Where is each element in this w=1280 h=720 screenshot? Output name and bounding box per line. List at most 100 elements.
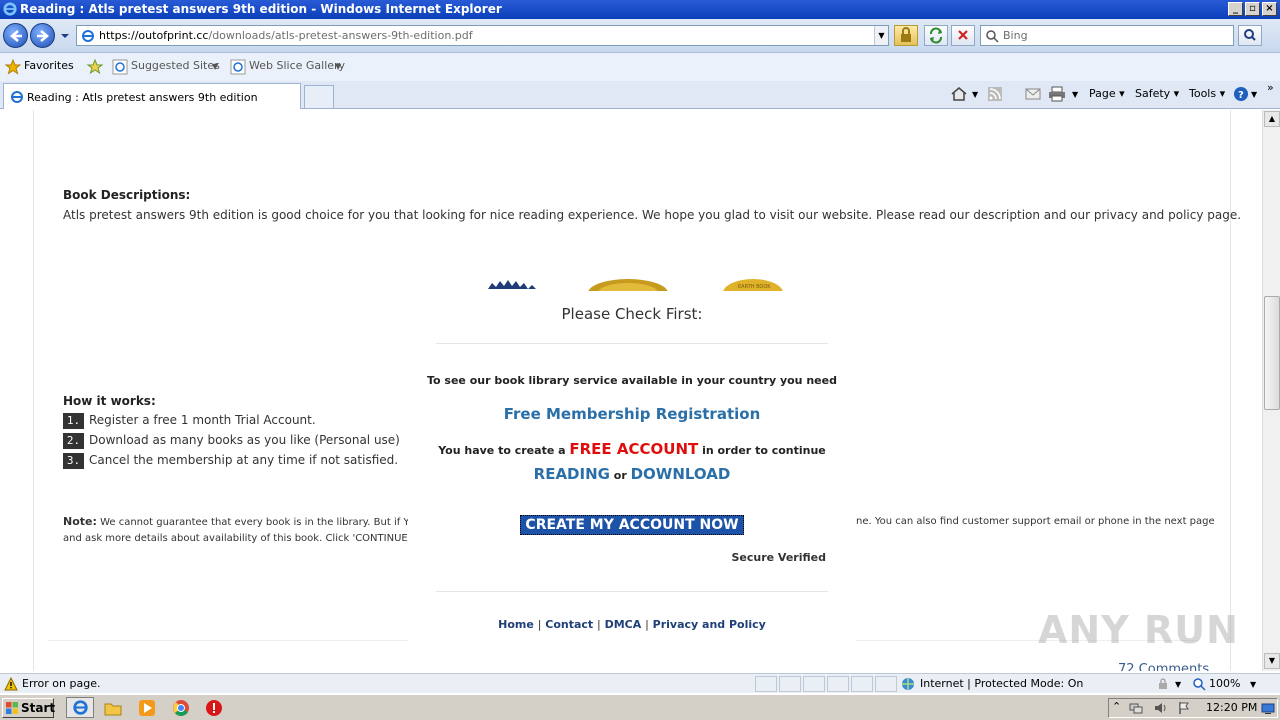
suggested-sites-icon	[112, 59, 128, 75]
stop-button[interactable]	[951, 25, 975, 46]
step-text: Download as many books as you like (Pers…	[89, 433, 400, 447]
warning-icon[interactable]	[4, 677, 18, 691]
volume-icon[interactable]	[1153, 701, 1167, 715]
address-input[interactable]: https://outofprint.cc/downloads/atls-pre…	[76, 25, 889, 46]
show-desktop-icon[interactable]	[1261, 701, 1275, 715]
status-cell	[827, 676, 849, 692]
zone-dropdown-icon[interactable]: ▼	[1175, 680, 1181, 689]
maximize-button[interactable]: ▫	[1245, 2, 1260, 16]
status-message[interactable]: Error on page.	[22, 677, 100, 690]
print-icon[interactable]	[1048, 86, 1066, 102]
link-separator: |	[537, 618, 542, 631]
media-player-icon[interactable]	[138, 699, 156, 717]
recent-pages-dropdown-icon[interactable]	[61, 32, 69, 40]
add-to-favorites-bar-icon[interactable]	[86, 58, 104, 76]
page-menu[interactable]: Page ▾	[1089, 87, 1125, 100]
forward-button[interactable]	[30, 23, 55, 48]
action-center-flag-icon[interactable]	[1177, 701, 1191, 715]
privacy-policy-link[interactable]: Privacy and Policy	[653, 618, 766, 631]
step-number: 1.	[63, 413, 84, 429]
chrome-icon[interactable]	[172, 699, 190, 717]
search-button[interactable]	[1238, 25, 1262, 46]
zoom-icon[interactable]	[1192, 677, 1206, 691]
note-text-1: We cannot guarantee that every book is i…	[96, 517, 421, 528]
dmca-link[interactable]: DMCA	[605, 618, 642, 631]
contact-link[interactable]: Contact	[545, 618, 593, 631]
anyrun-watermark: ANY RUN	[1038, 608, 1239, 652]
step-text: Register a free 1 month Trial Account.	[89, 413, 316, 427]
print-dropdown-icon[interactable]: ▼	[1072, 90, 1078, 99]
security-zone[interactable]: Internet | Protected Mode: On	[920, 677, 1083, 690]
create-account-button[interactable]: CREATE MY ACCOUNT NOW	[520, 515, 744, 535]
scroll-up-icon[interactable]: ▲	[1264, 111, 1280, 127]
suggested-sites-link[interactable]: Suggested Sites	[131, 59, 220, 72]
start-button[interactable]: Start	[2, 698, 56, 718]
comments-link[interactable]: 72 Comments	[1118, 662, 1209, 671]
scroll-thumb[interactable]	[1264, 296, 1280, 410]
home-dropdown-icon[interactable]: ▼	[972, 90, 978, 99]
clock[interactable]: 12:20 PM	[1206, 701, 1257, 714]
tools-menu[interactable]: Tools ▾	[1189, 87, 1225, 100]
ie-taskbar-icon	[73, 700, 88, 715]
footer-links: Home | Contact | DMCA | Privacy and Poli…	[408, 618, 856, 631]
zoom-level[interactable]: 100%	[1209, 677, 1240, 690]
more-commands-chevron-icon[interactable]: »	[1267, 81, 1274, 94]
shield-alert-icon[interactable]	[205, 699, 223, 717]
address-dropdown-icon[interactable]: ▼	[874, 26, 888, 45]
start-label: Start	[21, 701, 56, 715]
back-button[interactable]	[3, 23, 28, 48]
favorites-star-icon	[5, 59, 21, 75]
search-input[interactable]: Bing	[980, 25, 1234, 46]
search-icon	[1244, 29, 1256, 41]
safety-menu-label: Safety	[1135, 87, 1171, 100]
free-account-emphasis: FREE ACCOUNT	[569, 440, 699, 458]
scroll-down-icon[interactable]: ▼	[1264, 653, 1280, 669]
safety-menu[interactable]: Safety ▾	[1135, 87, 1179, 100]
step-number: 3.	[63, 453, 84, 469]
reading-link[interactable]: READING	[534, 465, 610, 483]
url-path: /downloads/atls-pretest-answers-9th-edit…	[208, 29, 473, 42]
network-icon[interactable]	[1129, 701, 1143, 715]
free-membership-registration-link[interactable]: Free Membership Registration	[408, 405, 856, 423]
help-dropdown-icon[interactable]: ▼	[1251, 90, 1257, 99]
protected-mode-icon[interactable]	[1156, 677, 1170, 691]
url-host: https://outofprint.cc	[99, 29, 209, 42]
help-icon[interactable]: ?	[1233, 86, 1249, 102]
suggested-sites-dropdown-icon[interactable]: ▼	[212, 62, 218, 71]
explorer-folder-icon[interactable]	[104, 699, 122, 717]
refresh-button[interactable]	[924, 25, 948, 46]
home-link[interactable]: Home	[498, 618, 534, 631]
close-window-button[interactable]: ×	[1262, 2, 1277, 16]
home-icon[interactable]	[950, 85, 968, 103]
link-separator: |	[597, 618, 601, 631]
line2-suffix: in order to continue	[698, 444, 826, 457]
read-mail-icon[interactable]	[1025, 87, 1041, 101]
taskbar-ie-button[interactable]	[66, 697, 94, 718]
line2-prefix: You have to create a	[438, 444, 570, 457]
zoom-dropdown-icon[interactable]: ▼	[1250, 680, 1256, 689]
window-title-bar: Reading : Atls pretest answers 9th editi…	[0, 0, 1280, 19]
step-text: Cancel the membership at any time if not…	[89, 453, 399, 467]
vertical-scrollbar[interactable]: ▲ ▼	[1262, 110, 1280, 671]
step-item: 1. Register a free 1 month Trial Account.	[63, 413, 316, 429]
tray-expand-icon[interactable]: ⌃	[1112, 700, 1121, 713]
status-cell	[755, 676, 777, 692]
download-link[interactable]: DOWNLOAD	[631, 465, 731, 483]
favorites-button[interactable]: Favorites	[24, 59, 74, 72]
web-slice-dropdown-icon[interactable]: ▼	[335, 62, 341, 71]
step-number: 2.	[63, 433, 84, 449]
seal-text: EARTH BOOK	[738, 284, 771, 290]
step-item: 2. Download as many books as you like (Pe…	[63, 433, 400, 449]
minimize-button[interactable]: _	[1228, 2, 1243, 16]
new-tab-button[interactable]	[304, 85, 334, 109]
modal-availability-text: To see our book library service availabl…	[427, 374, 837, 387]
lock-icon[interactable]	[894, 25, 918, 46]
rss-feed-icon[interactable]	[987, 86, 1003, 102]
web-slice-gallery-link[interactable]: Web Slice Gallery	[249, 59, 345, 72]
tab-current[interactable]: Reading : Atls pretest answers 9th editi…	[3, 83, 301, 109]
search-provider-icon	[986, 30, 999, 43]
or-text: or	[609, 469, 631, 482]
stop-x-icon	[958, 30, 968, 40]
note-text-2: and ask more details about availability …	[63, 533, 435, 544]
navigation-bar: https://outofprint.cc/downloads/atls-pre…	[0, 19, 1280, 53]
